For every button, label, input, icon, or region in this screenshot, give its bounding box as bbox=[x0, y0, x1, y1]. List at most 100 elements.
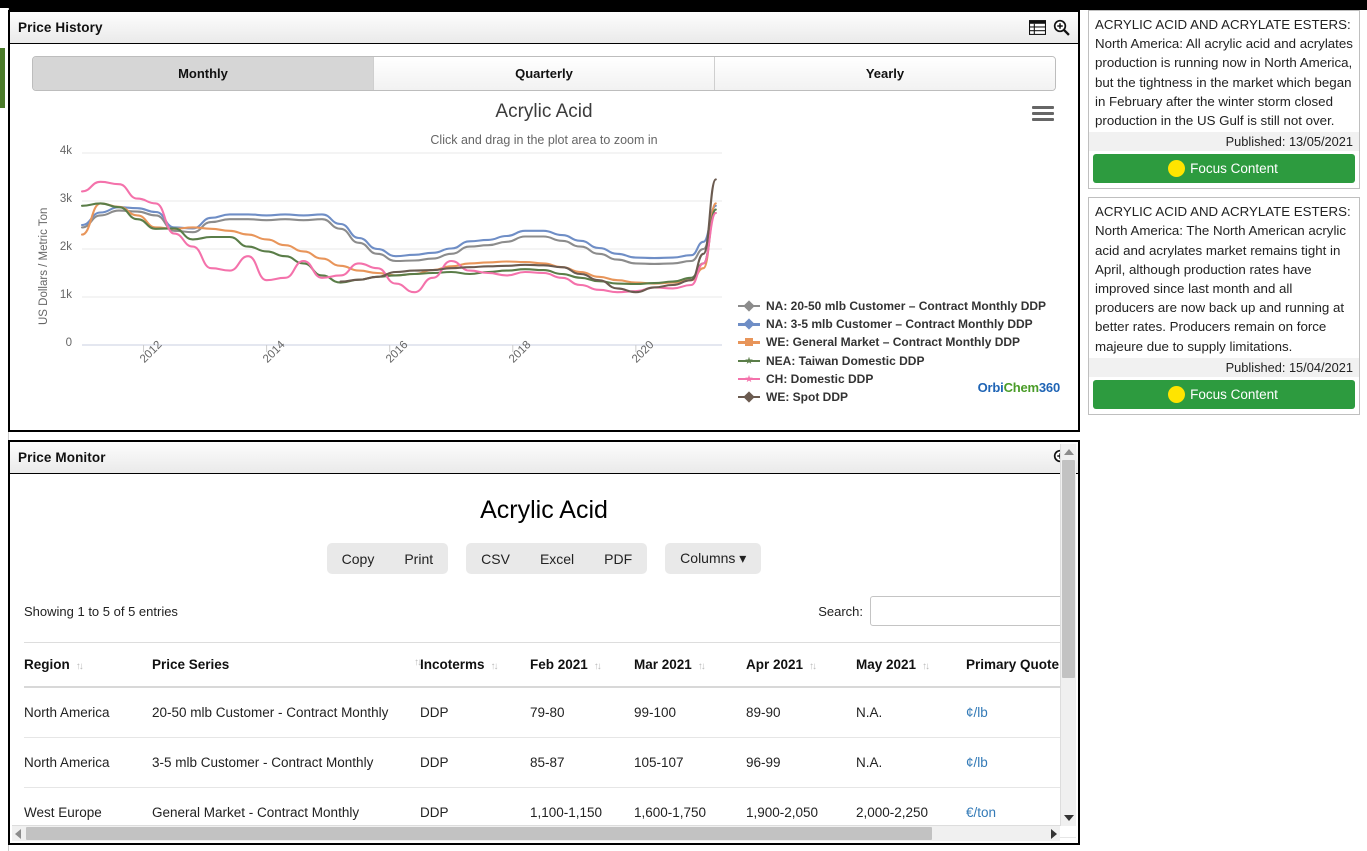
horizontal-scroll-thumb[interactable] bbox=[26, 827, 932, 840]
pdf-button[interactable]: PDF bbox=[589, 543, 647, 574]
chart-menu-icon[interactable] bbox=[1032, 103, 1054, 124]
price-history-panel: Price History Monthly Quarterly Yearly A… bbox=[8, 10, 1080, 432]
cell-incoterms: DDP bbox=[420, 737, 530, 788]
tab-monthly[interactable]: Monthly bbox=[33, 57, 374, 90]
period-tabs[interactable]: Monthly Quarterly Yearly bbox=[32, 56, 1056, 91]
cell-price-series: 20-50 mlb Customer - Contract Monthly bbox=[152, 687, 420, 738]
scroll-left-arrow-icon[interactable] bbox=[15, 829, 21, 839]
column-label-apr-2021: Apr 2021 bbox=[746, 657, 804, 672]
column-label-mar-2021: Mar 2021 bbox=[634, 657, 692, 672]
table-row[interactable]: North America 3-5 mlb Customer - Contract… bbox=[24, 737, 1076, 788]
y-tick-label: 1k bbox=[59, 289, 72, 301]
csv-button[interactable]: CSV bbox=[466, 543, 525, 574]
search-label: Search: bbox=[818, 603, 863, 619]
column-header-mar-2021[interactable]: Mar 2021 ↑↓ bbox=[634, 642, 746, 688]
table-info-row: Showing 1 to 5 of 5 entries Search: bbox=[24, 596, 1064, 626]
price-history-header: Price History bbox=[10, 12, 1078, 44]
news-body-text: ACRYLIC ACID AND ACRYLATE ESTERS: North … bbox=[1095, 17, 1353, 129]
column-label-incoterms: Incoterms bbox=[420, 657, 485, 672]
tab-yearly[interactable]: Yearly bbox=[715, 57, 1055, 90]
legend-marker-icon bbox=[738, 300, 760, 312]
vertical-scroll-thumb[interactable] bbox=[1062, 460, 1075, 678]
column-header-feb-2021[interactable]: Feb 2021 ↑↓ bbox=[530, 642, 634, 688]
cell-feb-2021: 79-80 bbox=[530, 687, 634, 738]
search-input[interactable] bbox=[870, 596, 1064, 626]
news-sidebar: ACRYLIC ACID AND ACRYLATE ESTERS: North … bbox=[1088, 10, 1360, 423]
column-label-primary-quote: Primary Quote bbox=[966, 657, 1060, 672]
cell-apr-2021: 96-99 bbox=[746, 737, 856, 788]
search-container: Search: bbox=[818, 596, 1064, 626]
columns-dropdown-button[interactable]: Columns ▾ bbox=[665, 543, 761, 574]
cell-mar-2021: 99-100 bbox=[634, 687, 746, 738]
price-history-title: Price History bbox=[18, 20, 103, 35]
cell-mar-2021: 105-107 bbox=[634, 737, 746, 788]
y-tick-label: 4k bbox=[59, 145, 72, 157]
table-view-icon[interactable] bbox=[1029, 19, 1046, 36]
price-history-chart[interactable]: Acrylic Acid Click and drag in the plot … bbox=[10, 101, 1078, 405]
legend-item[interactable]: NA: 3-5 mlb Customer – Contract Monthly … bbox=[738, 315, 1046, 333]
sun-icon bbox=[1170, 162, 1184, 176]
cell-incoterms: DDP bbox=[420, 687, 530, 738]
column-header-price-series[interactable]: Price Series ↑↓ bbox=[152, 642, 422, 688]
copy-button[interactable]: Copy bbox=[327, 543, 390, 574]
sort-icon: ↑↓ bbox=[75, 661, 84, 672]
news-card: ACRYLIC ACID AND ACRYLATE ESTERS: North … bbox=[1088, 197, 1360, 415]
cell-region: North America bbox=[24, 687, 152, 738]
monitor-horizontal-scrollbar[interactable] bbox=[12, 825, 1060, 841]
excel-button[interactable]: Excel bbox=[525, 543, 589, 574]
watermark-part1: Orbi bbox=[977, 380, 1004, 395]
column-label-feb-2021: Feb 2021 bbox=[530, 657, 588, 672]
column-label-may-2021: May 2021 bbox=[856, 657, 917, 672]
legend-label: NA: 3-5 mlb Customer – Contract Monthly … bbox=[766, 317, 1033, 332]
chart-title: Acrylic Acid bbox=[495, 101, 593, 122]
scroll-up-arrow-icon[interactable] bbox=[1064, 449, 1074, 455]
watermark-part2: Chem bbox=[1003, 380, 1040, 395]
legend-label: WE: Spot DDP bbox=[766, 390, 848, 405]
monitor-product-title: Acrylic Acid bbox=[480, 496, 608, 524]
focus-content-button[interactable]: Focus Content bbox=[1093, 154, 1355, 184]
price-monitor-panel: Price Monitor Acrylic Acid Copy Print CS… bbox=[8, 440, 1080, 845]
legend-marker-icon bbox=[738, 337, 760, 347]
legend-label: CH: Domestic DDP bbox=[766, 371, 874, 386]
price-table: Region ↑↓ Price Series ↑↓ Incoterms ↑↓ Feb … bbox=[24, 642, 1076, 845]
legend-label: NEA: Taiwan Domestic DDP bbox=[766, 353, 925, 368]
cell-may-2021: N.A. bbox=[856, 687, 966, 738]
legend-item[interactable]: NEA: Taiwan Domestic DDP bbox=[738, 352, 1046, 370]
entries-count-label: Showing 1 to 5 of 5 entries bbox=[24, 603, 178, 619]
table-row[interactable]: North America 20-50 mlb Customer - Contra… bbox=[24, 687, 1076, 738]
legend-item[interactable]: NA: 20-50 mlb Customer – Contract Monthl… bbox=[738, 297, 1046, 315]
top-black-strip bbox=[0, 0, 1367, 10]
legend-marker-icon bbox=[738, 374, 760, 384]
tab-quarterly[interactable]: Quarterly bbox=[374, 57, 715, 90]
column-header-region[interactable]: Region ↑↓ bbox=[24, 642, 152, 688]
sort-icon: ↑↓ bbox=[490, 661, 499, 672]
scroll-right-arrow-icon[interactable] bbox=[1051, 829, 1057, 839]
cell-region: North America bbox=[24, 737, 152, 788]
datatable-toolbar: Copy Print CSV Excel PDF Columns ▾ bbox=[10, 543, 1078, 574]
cell-feb-2021: 85-87 bbox=[530, 737, 634, 788]
y-axis-label: US Dollars / Metric Ton bbox=[38, 207, 50, 325]
column-header-apr-2021[interactable]: Apr 2021 ↑↓ bbox=[746, 642, 856, 688]
cell-price-series: 3-5 mlb Customer - Contract Monthly bbox=[152, 737, 420, 788]
orbichem-watermark: OrbiChem360 bbox=[977, 380, 1061, 395]
zoom-in-icon[interactable] bbox=[1053, 19, 1070, 36]
column-header-may-2021[interactable]: May 2021 ↑↓ bbox=[856, 642, 966, 688]
legend-marker-icon bbox=[738, 318, 760, 330]
legend-item[interactable]: WE: General Market – Contract Monthly DD… bbox=[738, 333, 1046, 351]
y-tick-label: 2k bbox=[59, 241, 72, 253]
sun-icon bbox=[1170, 387, 1184, 401]
scroll-down-arrow-icon[interactable] bbox=[1064, 815, 1074, 821]
button-group-clipboard: Copy Print bbox=[326, 543, 449, 574]
column-label-price-series: Price Series bbox=[152, 657, 230, 672]
sort-icon: ↑↓ bbox=[697, 661, 706, 672]
sort-icon: ↑↓ bbox=[809, 661, 817, 672]
y-tick-label: 3k bbox=[59, 193, 72, 205]
print-button[interactable]: Print bbox=[389, 543, 448, 574]
focus-content-button[interactable]: Focus Content bbox=[1093, 379, 1355, 409]
monitor-vertical-scrollbar[interactable] bbox=[1060, 444, 1076, 826]
column-header-incoterms[interactable]: Incoterms ↑↓ bbox=[420, 642, 530, 688]
price-monitor-header: Price Monitor bbox=[10, 442, 1078, 474]
sort-icon: ↑↓ bbox=[922, 661, 930, 672]
cell-may-2021: N.A. bbox=[856, 737, 966, 788]
left-accent-bar bbox=[0, 48, 5, 108]
